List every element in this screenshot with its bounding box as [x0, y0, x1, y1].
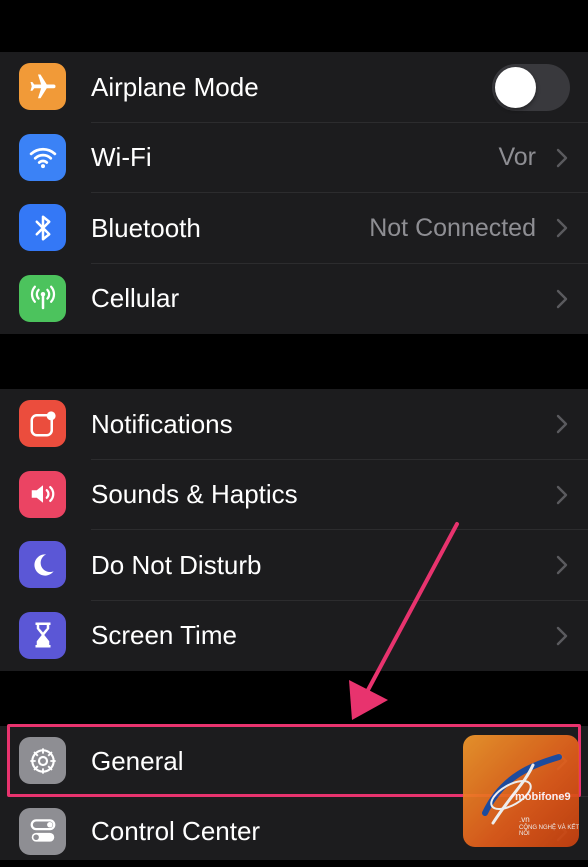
chevron-right-icon	[556, 555, 568, 575]
airplane-mode-row[interactable]: Airplane Mode	[0, 52, 588, 123]
chevron-right-icon	[556, 485, 568, 505]
wifi-network-value: Vor	[498, 123, 536, 194]
bluetooth-label: Bluetooth	[91, 193, 201, 264]
control-center-label: Control Center	[91, 797, 260, 867]
toggle-knob	[495, 67, 536, 108]
wifi-label: Wi-Fi	[91, 123, 152, 194]
watermark-tagline: CÔNG NGHỆ VÀ KẾT NỐI	[519, 825, 579, 837]
notifications-label: Notifications	[91, 389, 233, 460]
airplane-icon	[19, 63, 66, 110]
do-not-disturb-label: Do Not Disturb	[91, 530, 262, 601]
screen-time-row[interactable]: Screen Time	[0, 601, 588, 672]
switches-icon	[19, 808, 66, 855]
chevron-right-icon	[556, 414, 568, 434]
gear-icon	[19, 737, 66, 784]
airplane-mode-label: Airplane Mode	[91, 52, 259, 123]
moon-icon	[19, 541, 66, 588]
sounds-haptics-row[interactable]: Sounds & Haptics	[0, 460, 588, 531]
watermark-domain: .vn	[519, 815, 530, 824]
bluetooth-icon	[19, 204, 66, 251]
notifications-row[interactable]: Notifications	[0, 389, 588, 460]
wifi-row[interactable]: Wi-Fi Vor	[0, 123, 588, 194]
general-label: General	[91, 726, 184, 797]
chevron-right-icon	[556, 148, 568, 168]
bluetooth-status-value: Not Connected	[369, 193, 536, 264]
cellular-label: Cellular	[91, 264, 179, 335]
watermark-brand: mobifone9	[515, 791, 571, 803]
bluetooth-row[interactable]: Bluetooth Not Connected	[0, 193, 588, 264]
airplane-mode-toggle[interactable]	[492, 64, 570, 111]
chevron-right-icon	[556, 289, 568, 309]
hourglass-icon	[19, 612, 66, 659]
cellular-row[interactable]: Cellular	[0, 264, 588, 335]
do-not-disturb-row[interactable]: Do Not Disturb	[0, 530, 588, 601]
chevron-right-icon	[556, 218, 568, 238]
cellular-icon	[19, 275, 66, 322]
screen-time-label: Screen Time	[91, 601, 237, 672]
notifications-group: Notifications Sounds & Haptics Do Not Di…	[0, 389, 588, 671]
sounds-haptics-label: Sounds & Haptics	[91, 460, 298, 531]
chevron-right-icon	[556, 626, 568, 646]
speaker-icon	[19, 471, 66, 518]
mobifone-watermark: mobifone9 .vn CÔNG NGHỆ VÀ KẾT NỐI	[463, 735, 579, 847]
wifi-icon	[19, 134, 66, 181]
connectivity-group: Airplane Mode Wi-Fi Vor Bluetooth Not Co…	[0, 52, 588, 334]
notifications-icon	[19, 400, 66, 447]
